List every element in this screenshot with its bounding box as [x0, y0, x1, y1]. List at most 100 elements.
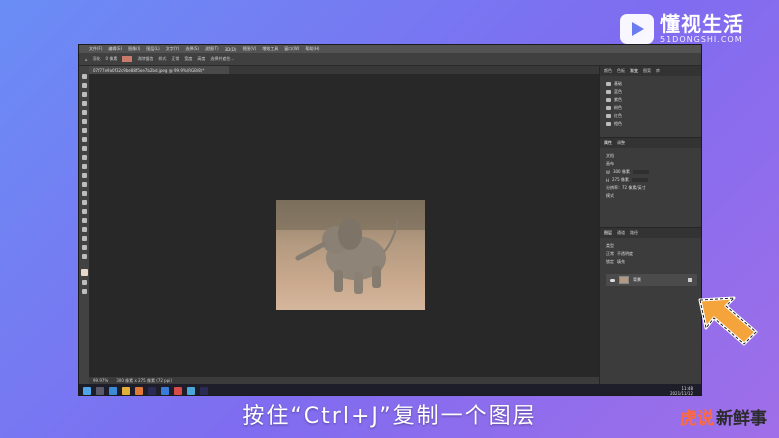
tab-patterns[interactable]: 图案 [643, 68, 651, 74]
type-tool-icon[interactable] [81, 218, 87, 223]
canvas-height[interactable]: 275 像素 [612, 177, 629, 183]
quick-select-tool-icon[interactable] [81, 101, 87, 106]
pen-tool-icon[interactable] [81, 209, 87, 214]
menu-window[interactable]: 窗口(W) [284, 46, 299, 52]
tab-gradients[interactable]: 渐变 [630, 68, 638, 74]
system-clock[interactable]: 11:48 2021/11/12 [670, 386, 693, 396]
folder-icon [606, 114, 611, 118]
layer-filter-select[interactable]: 类型 [606, 243, 614, 249]
list-item[interactable]: 粉色 [606, 104, 697, 112]
brush-tool-icon[interactable] [81, 146, 87, 151]
wechat-app-icon[interactable] [135, 386, 143, 395]
blend-mode-select[interactable]: 正常 [606, 251, 614, 257]
group-label: 粉色 [614, 105, 622, 110]
menu-select[interactable]: 选择(S) [185, 46, 199, 52]
play-logo-icon [620, 14, 654, 44]
tab-layers[interactable]: 图层 [604, 230, 612, 236]
photoshop-app-icon[interactable] [148, 386, 156, 395]
frame-tool-icon[interactable] [81, 119, 87, 124]
tab-properties[interactable]: 属性 [604, 140, 612, 146]
edge-browser-icon[interactable] [109, 386, 117, 395]
gradient-tool-icon[interactable] [81, 182, 87, 187]
menu-help[interactable]: 帮助(H) [305, 46, 319, 52]
x-field[interactable] [632, 170, 649, 174]
right-panels: 颜色 色板 渐变 图案 库 基础 蓝色 紫色 粉色 红色 橙色 属性 调整 文档… [599, 66, 701, 384]
zoom-level[interactable]: 99.97% [93, 377, 108, 384]
history-brush-tool-icon[interactable] [81, 164, 87, 169]
group-label: 红色 [614, 113, 622, 118]
canvas-area[interactable] [89, 74, 599, 377]
menu-type[interactable]: 文字(Y) [166, 46, 180, 52]
search-icon[interactable] [96, 386, 104, 395]
shape-tool-icon[interactable] [81, 236, 87, 241]
move-tool-icon[interactable] [81, 74, 87, 79]
menu-3d[interactable]: 3D(D) [225, 47, 237, 52]
home-icon[interactable]: ⌂ [85, 57, 88, 62]
browser-app-icon[interactable] [161, 386, 169, 395]
opacity-label[interactable]: 不透明度 [617, 251, 633, 257]
menu-plugins[interactable]: 增效工具 [262, 46, 278, 52]
blur-tool-icon[interactable] [81, 191, 87, 196]
doc-label: 文档 [606, 153, 614, 158]
eyedropper-tool-icon[interactable] [81, 128, 87, 133]
app-icon[interactable] [187, 386, 195, 395]
menu-file[interactable]: 文件(F) [89, 46, 102, 52]
y-field[interactable] [631, 178, 648, 182]
menu-view[interactable]: 视图(V) [242, 46, 256, 52]
properties-panel-tabs: 属性 调整 [600, 138, 701, 148]
tab-channels[interactable]: 通道 [617, 230, 625, 236]
list-item[interactable]: 蓝色 [606, 88, 697, 96]
menu-edit[interactable]: 编辑(E) [108, 46, 122, 52]
crop-tool-icon[interactable] [81, 110, 87, 115]
style-select[interactable]: 正常 [171, 56, 179, 62]
windows-taskbar: 11:48 2021/11/12 [79, 384, 701, 396]
app-icon[interactable] [174, 386, 182, 395]
stamp-tool-icon[interactable] [81, 155, 87, 160]
antialias-label[interactable]: 消除锯齿 [137, 56, 153, 62]
eye-icon[interactable] [610, 278, 615, 282]
list-item[interactable]: 红色 [606, 112, 697, 120]
lock-label: 锁定 [606, 259, 614, 264]
menu-layer[interactable]: 图层(L) [146, 46, 159, 52]
watermark: 虎说 新鲜事 [680, 402, 776, 430]
layer-thumbnail [619, 276, 629, 284]
marquee-tool-icon[interactable] [81, 83, 87, 88]
tab-color[interactable]: 颜色 [604, 68, 612, 74]
watermark-part-b: 新鲜事 [716, 408, 767, 429]
menu-image[interactable]: 图像(I) [128, 46, 140, 52]
healing-tool-icon[interactable] [81, 137, 87, 142]
resolution-text: 分辨率：72 像素/英寸 [606, 185, 646, 190]
photoshop-active-icon[interactable] [200, 386, 208, 395]
tab-adjustments[interactable]: 调整 [617, 140, 625, 146]
layers-panel-tabs: 图层 通道 路径 [600, 228, 701, 238]
fill-label[interactable]: 填充 [617, 259, 625, 265]
lasso-tool-icon[interactable] [81, 92, 87, 97]
document-tab-row: 07f77e9a0f32c9be88f5ee7b2bd.jpeg @ 99.9%… [89, 66, 599, 74]
screen-mode-icon[interactable] [81, 289, 87, 294]
hand-tool-icon[interactable] [81, 245, 87, 250]
canvas-width[interactable]: 300 像素 [613, 169, 630, 175]
menu-filter[interactable]: 滤镜(T) [205, 46, 219, 52]
select-and-mask-button[interactable]: 选择并遮住... [210, 56, 234, 62]
layer-row-background[interactable]: 背景 [606, 274, 697, 286]
list-item[interactable]: 基础 [606, 80, 697, 88]
list-item[interactable]: 紫色 [606, 96, 697, 104]
file-explorer-icon[interactable] [122, 386, 130, 395]
swatches-panel-tabs: 颜色 色板 渐变 图案 库 [600, 66, 701, 76]
document-tab[interactable]: 07f77e9a0f32c9be88f5ee7b2bd.jpeg @ 99.9%… [89, 66, 229, 74]
tab-swatches[interactable]: 色板 [617, 68, 625, 74]
list-item[interactable]: 橙色 [606, 120, 697, 128]
elephant-photo[interactable] [276, 200, 425, 310]
feather-value[interactable]: 0 像素 [106, 56, 118, 62]
foreground-color-icon[interactable] [80, 269, 88, 276]
tab-paths[interactable]: 路径 [630, 230, 638, 236]
eraser-tool-icon[interactable] [81, 173, 87, 178]
antialias-swatch[interactable] [122, 56, 133, 62]
tab-libraries[interactable]: 库 [656, 68, 660, 74]
zoom-tool-icon[interactable] [81, 254, 87, 259]
windows-start-icon[interactable] [83, 386, 91, 395]
dodge-tool-icon[interactable] [81, 200, 87, 205]
tools-panel [79, 66, 89, 384]
quick-mask-icon[interactable] [81, 280, 87, 285]
path-select-tool-icon[interactable] [81, 227, 87, 232]
